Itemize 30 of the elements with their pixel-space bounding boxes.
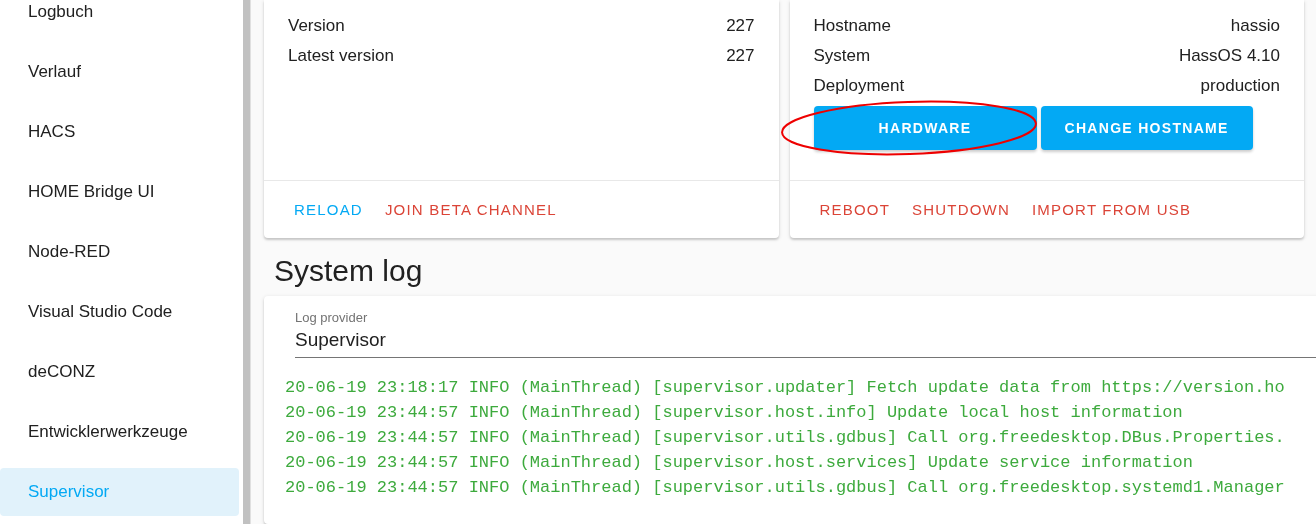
log-line: 20-06-19 23:44:57 INFO (MainThread) [supervisor.host.info] Update local host information — [285, 402, 1184, 424]
card-action-link[interactable]: REBOOT — [811, 195, 899, 224]
row-label: System — [813, 46, 871, 66]
section-title: System log — [273, 253, 424, 289]
row-value: HassOS 4.10 — [1178, 46, 1280, 66]
row-value: hassio — [1230, 16, 1280, 36]
row-label: Latest version — [288, 46, 394, 66]
card-action-link[interactable]: JOIN BETA CHANNEL — [376, 195, 565, 224]
log-line: 20-06-19 23:44:57 INFO (MainThread) [supervisor.utils.gdbus] Call org.freedesktop.systemd1.Manager — [285, 477, 1286, 499]
row-value: production — [1200, 76, 1280, 96]
card-action-link[interactable]: IMPORT FROM USB — [1024, 195, 1200, 224]
sidebar-item[interactable]: HACS — [0, 108, 239, 156]
log-line: 20-06-19 23:44:57 INFO (MainThread) [supervisor.host.services] Update service information — [285, 452, 1194, 474]
scrollbar[interactable] — [243, 0, 251, 524]
row-value: 227 — [726, 16, 755, 36]
row-label: Deployment — [813, 76, 905, 96]
log-provider-select[interactable]: Log provider Supervisor — [295, 310, 1316, 358]
sidebar-item[interactable]: Node-RED — [0, 228, 239, 276]
card-action-link[interactable]: SHUTDOWN — [904, 195, 1018, 224]
sidebar-item[interactable]: Visual Studio Code — [0, 288, 239, 336]
row-label: Version — [288, 16, 345, 36]
log-line: 20-06-19 23:18:17 INFO (MainThread) [supervisor.updater] Fetch update data from https://version.ho — [285, 377, 1286, 399]
row-value: 227 — [726, 46, 755, 66]
sidebar-item[interactable]: Entwicklerwerkzeuge — [0, 408, 239, 456]
sidebar-item[interactable]: Logbuch — [0, 0, 239, 36]
sidebar-item[interactable]: Verlauf — [0, 48, 239, 96]
sidebar-item[interactable]: HOME Bridge UI — [0, 168, 239, 216]
sidebar-item[interactable]: deCONZ — [0, 348, 239, 396]
row-label: Hostname — [813, 16, 891, 36]
log-line: 20-06-19 23:44:57 INFO (MainThread) [supervisor.utils.gdbus] Call org.freedesktop.DBus.Properties. — [285, 427, 1286, 449]
